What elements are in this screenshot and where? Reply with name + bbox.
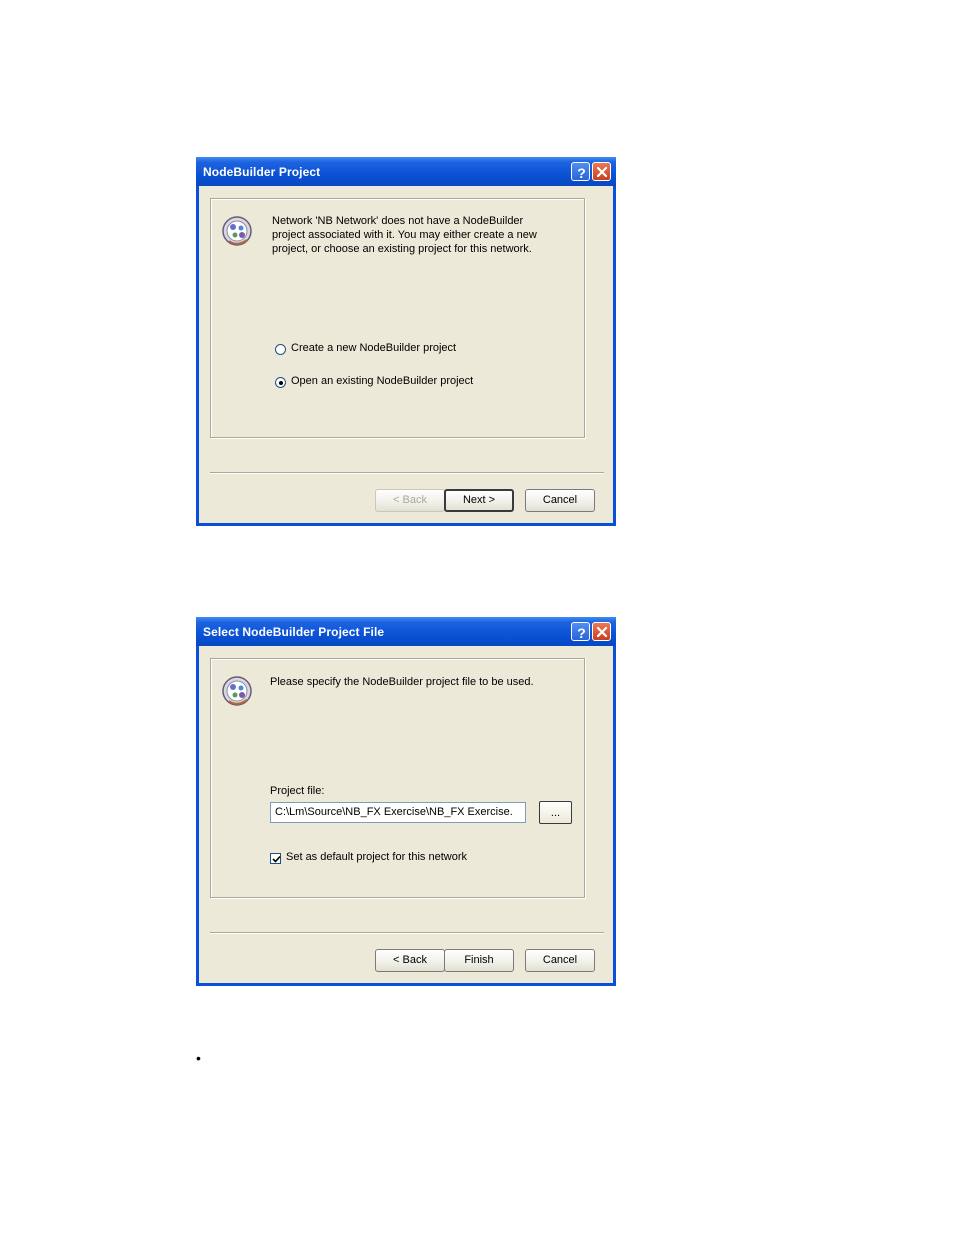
close-icon: [596, 166, 608, 178]
back-button[interactable]: < Back: [375, 489, 445, 512]
select-project-file-dialog: Select NodeBuilder Project File ? Please: [196, 617, 616, 986]
nodebuilder-project-dialog: NodeBuilder Project ? Network 'NB Networ…: [196, 157, 616, 526]
message-line-3: project, or choose an existing project f…: [272, 243, 532, 255]
open-existing-radio[interactable]: [275, 377, 286, 388]
create-new-radio[interactable]: [275, 344, 286, 355]
help-icon: ?: [577, 625, 586, 641]
content-panel: Network 'NB Network' does not have a Nod…: [210, 198, 585, 438]
close-icon: [596, 626, 608, 638]
default-project-label: Set as default project for this network: [286, 851, 467, 863]
help-button[interactable]: ?: [571, 622, 590, 641]
dialog-title: NodeBuilder Project: [203, 165, 321, 179]
instruction-text: Please specify the NodeBuilder project f…: [270, 676, 534, 688]
cancel-button[interactable]: Cancel: [525, 949, 595, 972]
button-separator: [210, 932, 604, 934]
dialog-body: Network 'NB Network' does not have a Nod…: [199, 186, 613, 523]
create-new-label: Create a new NodeBuilder project: [291, 342, 457, 354]
browse-button[interactable]: ...: [539, 801, 572, 824]
message-line-1: Network 'NB Network' does not have a Nod…: [272, 215, 524, 227]
nodebuilder-wizard-icon: [222, 216, 252, 246]
checkmark-icon: [272, 855, 281, 863]
button-separator: [210, 472, 604, 474]
project-file-input[interactable]: C:\Lm\Source\NB_FX Exercise\NB_FX Exerci…: [270, 802, 526, 823]
title-bar[interactable]: NodeBuilder Project ?: [196, 157, 616, 186]
finish-button[interactable]: Finish: [444, 949, 514, 972]
next-button[interactable]: Next >: [444, 489, 514, 512]
dialog-title: Select NodeBuilder Project File: [203, 625, 385, 639]
title-bar[interactable]: Select NodeBuilder Project File ?: [196, 617, 616, 646]
back-button[interactable]: < Back: [375, 949, 445, 972]
svg-text:?: ?: [577, 625, 586, 641]
message-line-2: project associated with it. You may eith…: [272, 229, 537, 241]
default-project-checkbox[interactable]: [270, 853, 281, 864]
help-icon: ?: [577, 165, 586, 181]
dialog-body: Please specify the NodeBuilder project f…: [199, 646, 613, 983]
bullet-point: •: [196, 1050, 201, 1066]
close-button[interactable]: [592, 162, 611, 181]
help-button[interactable]: ?: [571, 162, 590, 181]
content-panel: Please specify the NodeBuilder project f…: [210, 658, 585, 898]
cancel-button[interactable]: Cancel: [525, 489, 595, 512]
project-file-label: Project file:: [270, 785, 325, 797]
nodebuilder-wizard-icon: [222, 676, 252, 706]
open-existing-label: Open an existing NodeBuilder project: [291, 375, 474, 387]
close-button[interactable]: [592, 622, 611, 641]
svg-text:?: ?: [577, 165, 586, 181]
